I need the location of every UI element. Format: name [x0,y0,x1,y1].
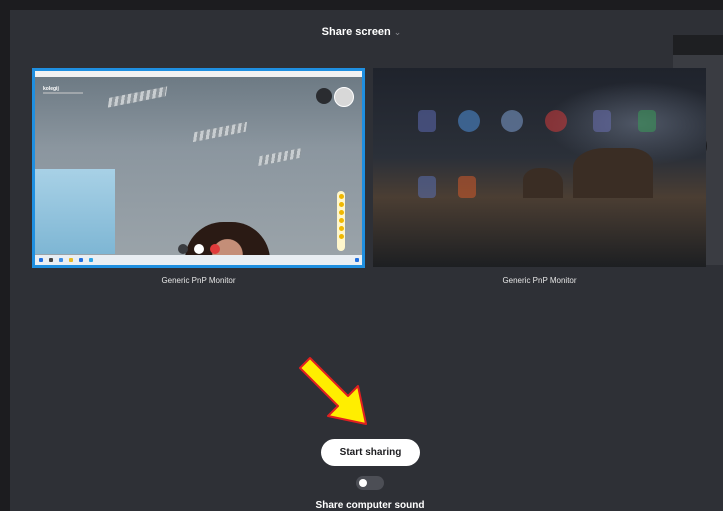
avatar [334,87,354,107]
conversation-subtitle [43,92,83,94]
app-tile-icon [545,110,567,132]
ceiling-light [258,147,302,167]
share-sound-label: Share computer sound [315,500,425,511]
share-screen-title: Share screen [321,26,391,38]
preview-window-light [35,169,115,254]
video-icon [194,244,204,254]
app-tile-icon [458,176,476,198]
wallpaper-rock [573,148,653,198]
preview-screen: kolegij Microphone muted [35,77,362,265]
app-tile-icon [458,110,480,132]
app-tile-icon [638,110,656,132]
mic-icon [178,244,188,254]
monitor-preview-2[interactable] [373,68,706,267]
monitor-caption-2: Generic PnP Monitor [502,276,577,285]
toggle-knob [359,479,367,487]
start-sharing-button[interactable]: Start sharing [321,439,420,466]
app-tile-icon [501,110,523,132]
share-sound-toggle[interactable] [356,476,384,490]
hangup-icon [210,244,220,254]
app-tile-icon [418,176,436,198]
ceiling-light [107,86,168,108]
app-tile-icon [418,110,436,132]
share-screen-header[interactable]: Share screen ⌄ [0,26,723,38]
wallpaper-rock [523,168,563,198]
preview-call-button [316,88,332,104]
annotation-arrow-icon [299,357,367,425]
chevron-down-icon: ⌄ [393,27,402,37]
ceiling-light [192,121,248,143]
preview-taskbar [35,255,362,265]
monitor-preview-1[interactable]: kolegij Microphone muted [32,68,365,268]
reaction-bar [337,191,345,251]
monitor-caption-1: Generic PnP Monitor [161,276,236,285]
side-panel-header [673,35,723,55]
app-tile-icon [593,110,611,132]
